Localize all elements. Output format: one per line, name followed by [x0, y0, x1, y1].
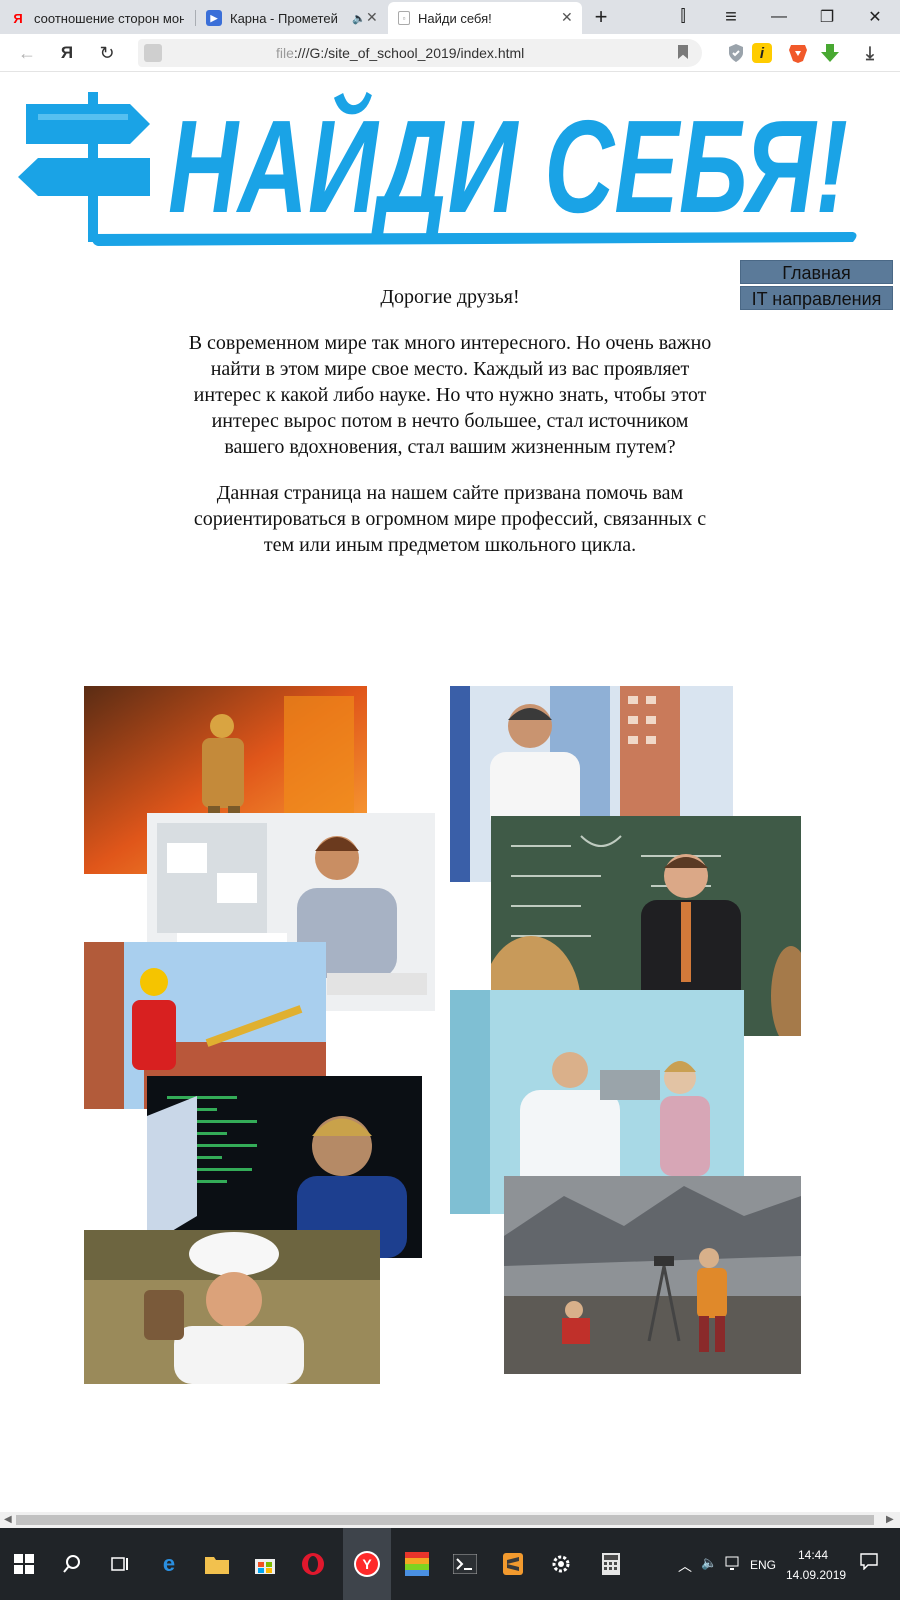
tab-2[interactable]: ▶ Карна - Прометей 🔈: [196, 2, 386, 34]
intro-paragraph-1: В современном мире так много интересного…: [188, 332, 712, 458]
terminal-icon[interactable]: [451, 1550, 479, 1578]
rainbow-app-icon[interactable]: [403, 1550, 431, 1578]
site-logo[interactable]: НАЙДИ СЕБЯ!: [18, 84, 878, 254]
scrollbar-thumb[interactable]: [16, 1515, 874, 1525]
file-page-icon: [144, 44, 162, 62]
chef-photo: [84, 1230, 380, 1384]
browser-toolbar: ← Я ↻ file:///G:/site_of_school_2019/ind…: [0, 34, 900, 72]
horizontal-scrollbar[interactable]: ◀ ▶: [0, 1512, 900, 1528]
settings-gear-icon[interactable]: [547, 1550, 575, 1578]
tab-label: соотношение сторон мон: [34, 10, 184, 26]
intro-paragraph-2: Данная страница на нашем сайте призвана …: [193, 482, 707, 556]
intro-text: Дорогие друзья! В современном мире так м…: [180, 284, 720, 578]
logo-text: НАЙДИ СЕБЯ!: [168, 91, 848, 240]
scroll-right-icon[interactable]: ▶: [886, 1514, 894, 1525]
close-icon[interactable]: ✕: [561, 9, 573, 26]
svg-text:Y: Y: [362, 1556, 372, 1572]
file-explorer-icon[interactable]: [203, 1550, 231, 1578]
tab-label: Карна - Прометей: [230, 10, 338, 26]
minimize-button[interactable]: —: [756, 0, 802, 34]
greeting: Дорогие друзья!: [380, 286, 520, 308]
video-icon: ▶: [206, 10, 222, 26]
speaker-icon[interactable]: 🔈: [352, 12, 366, 25]
page-viewport: НАЙДИ СЕБЯ! Главная IT направления Дорог…: [0, 72, 900, 1512]
tab-3-active[interactable]: ▫ Найди себя!: [388, 2, 582, 34]
menu-icon[interactable]: ≡: [708, 0, 754, 34]
input-language[interactable]: ENG: [750, 1558, 776, 1572]
windows-start-icon[interactable]: [10, 1550, 38, 1578]
extension-icon[interactable]: i: [752, 43, 772, 63]
restore-button[interactable]: ❐: [804, 0, 850, 34]
opera-icon[interactable]: [299, 1550, 327, 1578]
store-icon[interactable]: [251, 1550, 279, 1578]
yandex-icon: Я: [13, 10, 23, 26]
calculator-icon[interactable]: [597, 1550, 625, 1578]
brave-lion-icon[interactable]: [786, 41, 810, 65]
url-text[interactable]: file:///G:/site_of_school_2019/index.htm…: [276, 45, 524, 61]
bookmarks-icon[interactable]: ⫿: [660, 0, 706, 34]
task-view-icon[interactable]: [106, 1550, 134, 1578]
scroll-left-icon[interactable]: ◀: [4, 1514, 12, 1525]
page-icon: ▫: [398, 11, 410, 25]
volume-icon[interactable]: 🔈: [701, 1555, 717, 1571]
address-bar[interactable]: file:///G:/site_of_school_2019/index.htm…: [138, 39, 702, 67]
clock-date[interactable]: 14.09.2019: [786, 1568, 846, 1582]
nav-item-home[interactable]: Главная: [740, 260, 893, 284]
notifications-icon[interactable]: [860, 1552, 878, 1573]
yandex-home-button[interactable]: Я: [54, 40, 80, 66]
tab-label: Найди себя!: [418, 10, 492, 26]
windows-taskbar: e Y ︿ 🔈 ENG 14:44 14.09.2019: [0, 1528, 900, 1600]
chevron-up-icon[interactable]: ︿: [678, 1556, 692, 1576]
bookmark-icon[interactable]: [678, 45, 688, 59]
new-tab-button[interactable]: +: [578, 0, 624, 34]
tab-1[interactable]: Я соотношение сторон мон: [0, 2, 190, 34]
yandex-browser-icon[interactable]: Y: [343, 1528, 391, 1600]
browser-tab-strip: Я соотношение сторон мон ▶ Карна - Проме…: [0, 0, 900, 34]
signpost-logo-icon: НАЙДИ СЕБЯ!: [18, 91, 857, 246]
edge-browser-icon[interactable]: e: [155, 1550, 183, 1578]
back-button[interactable]: ←: [14, 40, 40, 66]
network-icon[interactable]: [725, 1555, 743, 1574]
search-icon[interactable]: [58, 1550, 86, 1578]
nav-item-it-directions[interactable]: IT направления: [740, 286, 893, 310]
download-extension-icon[interactable]: [818, 41, 842, 65]
protect-shield-icon[interactable]: [724, 41, 748, 65]
clock-time[interactable]: 14:44: [798, 1548, 828, 1562]
geologist-photo: [504, 1176, 801, 1374]
reload-button[interactable]: ↻: [94, 40, 120, 66]
sublime-text-icon[interactable]: [499, 1550, 527, 1578]
side-navigation: Главная IT направления: [740, 260, 893, 312]
close-window-button[interactable]: ✕: [852, 0, 898, 34]
close-icon[interactable]: ✕: [366, 9, 378, 26]
downloads-icon[interactable]: ⤓: [858, 41, 882, 65]
